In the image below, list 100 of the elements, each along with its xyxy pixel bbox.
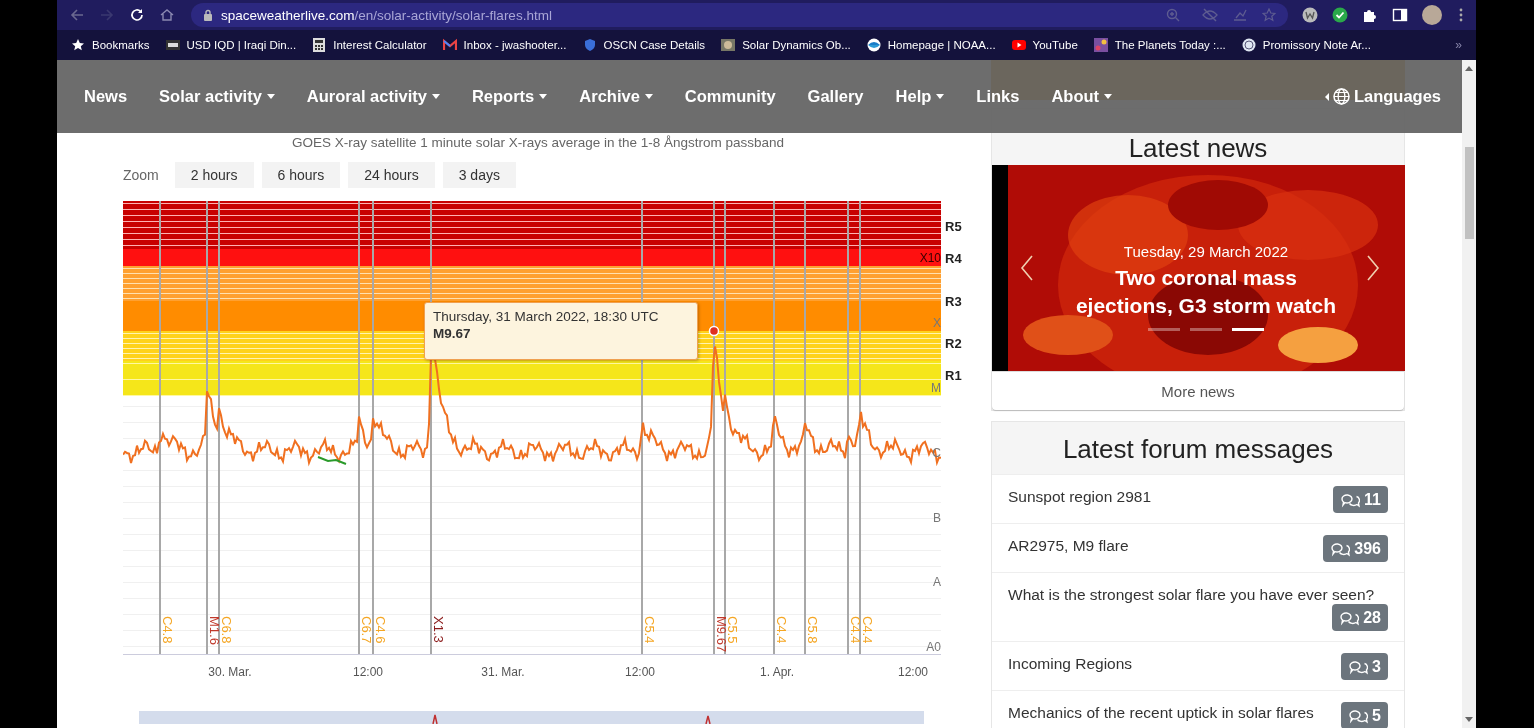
caret-icon [539,94,548,99]
home-icon[interactable] [159,7,175,23]
check-icon[interactable] [1332,7,1348,23]
nav-link[interactable]: Reports [471,87,548,106]
flare-label: C4.4 [848,616,863,644]
puzzle-icon[interactable] [1362,7,1378,23]
scale-label: R1 [945,368,962,383]
forum-topic[interactable]: Sunspot region 2981 [1008,488,1152,506]
address-bar[interactable]: spaceweatherlive.com/en/solar-activity/solar-flares.html [191,3,1288,27]
axis-label: 12:00 [898,665,928,679]
scale-label: R5 [945,219,962,234]
axis-label: A [933,575,941,589]
star-icon [71,38,85,52]
reply-count: 396 [1354,539,1381,558]
bookmark-item[interactable]: OSCN Case Details [582,38,706,52]
url-path: /en/solar-activity/solar-flares.html [354,7,552,23]
chevron-left-icon[interactable] [1020,254,1034,282]
axis-label: X [933,316,941,330]
nav-link[interactable]: Links [976,87,1020,106]
reply-count: 3 [1372,657,1381,676]
bookmark-item[interactable]: Solar Dynamics Ob... [721,38,851,52]
flare-label: C4.6 [373,616,388,644]
comments-icon [1348,658,1369,675]
flare-label: C6.7 [359,616,374,644]
scrollbar[interactable] [1462,60,1476,728]
extension-icon[interactable] [1302,7,1318,23]
bookmark-icon [442,38,457,52]
url-host: spaceweatherlive.com [221,7,355,23]
more-bookmarks-button[interactable]: » [1455,38,1462,52]
nav-link[interactable]: About [1051,87,1113,106]
flare-label: X1.3 [431,616,446,643]
bookmark-item[interactable]: USD IQD | Iraqi Din... [165,38,297,52]
zoom-button[interactable]: 6 hours [261,162,341,188]
flare-label: M1.6 [207,616,222,645]
nav-link[interactable]: Solar activity [159,87,275,106]
flare-label: C5.8 [805,616,820,644]
news-headline[interactable]: Two coronal mass ejections, G3 storm watch [1071,264,1341,320]
bookmark-item[interactable]: The Planets Today :... [1093,38,1226,52]
bookmark-icon [582,38,597,52]
languages-menu[interactable]: Languages [1324,87,1441,106]
bookmark-icon [1241,38,1256,52]
tooltip-date: Thursday, 31 March 2022, 18:30 UTC [433,309,660,324]
zoom-label: Zoom [123,167,159,183]
comments-icon [1348,707,1369,724]
forum-row[interactable]: What is the strongest solar flare you have ever seen? 28 [992,572,1404,641]
news-date: Tuesday, 29 March 2022 [1123,243,1289,260]
forum-topic[interactable]: AR2975, M9 flare [1008,537,1129,555]
axis-label: 30. Mar. [208,665,252,679]
flare-label: C4.4 [774,616,789,644]
zoom-button[interactable]: 24 hours [348,162,435,188]
nav-link[interactable]: Community [684,87,776,106]
card-title: Latest forum messages [992,422,1404,474]
nav-link[interactable]: Help [895,87,945,106]
bookmark-item[interactable]: Interest Calculator [312,38,427,52]
more-icon[interactable] [1458,7,1464,23]
bookmark-item[interactable]: Inbox - jwashooter... [442,38,567,52]
avatar[interactable] [1422,5,1442,25]
nav-link[interactable]: News [84,87,128,106]
caret-icon [936,94,945,99]
nav-link[interactable]: Auroral activity [306,87,440,106]
zoom-button[interactable]: 3 days [442,162,516,188]
bookmark-item[interactable]: Promissory Note Ar... [1241,38,1371,52]
reply-count: 28 [1363,608,1381,627]
more-news-button[interactable]: More news [992,371,1404,410]
zoom-button[interactable]: 2 hours [174,162,254,188]
forum-row[interactable]: AR2975, M9 flare 396 [992,523,1404,572]
flare-label: C5.4 [642,616,657,644]
star-icon[interactable] [1262,8,1276,22]
axis-label: B [933,511,941,525]
forum-row[interactable]: Sunspot region 2981 11 [992,474,1404,523]
bookmark-icon [721,38,736,52]
scale-label: R3 [945,294,962,309]
bookmark-icon [1093,38,1108,52]
data-point-marker [708,325,720,337]
forum-row[interactable]: Mechanics of the recent uptick in solar flares 5 [992,690,1404,728]
flare-label: C4.4 [860,616,875,644]
sidebar-icon[interactable] [1392,7,1408,23]
bookmark-item[interactable]: Bookmarks [71,38,150,52]
axis-label: 31. Mar. [481,665,525,679]
caret-icon [1324,92,1329,101]
forum-row[interactable]: Incoming Regions 3 [992,641,1404,690]
forum-topic[interactable]: Incoming Regions [1008,655,1133,673]
axis-label: M [931,381,941,395]
scale-label: R4 [945,251,962,266]
caret-icon [431,94,440,99]
nav-link[interactable]: Archive [579,87,653,106]
nav-link[interactable]: Gallery [807,87,864,106]
bookmark-icon [866,38,881,52]
bookmark-item[interactable]: YouTube [1011,38,1078,52]
flare-label: C4.8 [160,616,175,644]
axis-label: X10 [919,251,941,265]
bookmark-item[interactable]: Homepage | NOAA... [866,38,996,52]
forum-topic[interactable]: What is the strongest solar flare you have ever seen? [1008,586,1375,604]
forum-topic[interactable]: Mechanics of the recent uptick in solar flares [1008,704,1314,722]
caret-icon [266,94,275,99]
back-icon[interactable] [69,7,85,23]
news-carousel[interactable]: Tuesday, 29 March 2022 Two coronal mass ejections, G3 storm watch [992,165,1404,371]
chevron-right-icon[interactable] [1366,254,1380,282]
flare-label: C6.8 [219,616,234,644]
reload-icon[interactable] [129,7,145,23]
